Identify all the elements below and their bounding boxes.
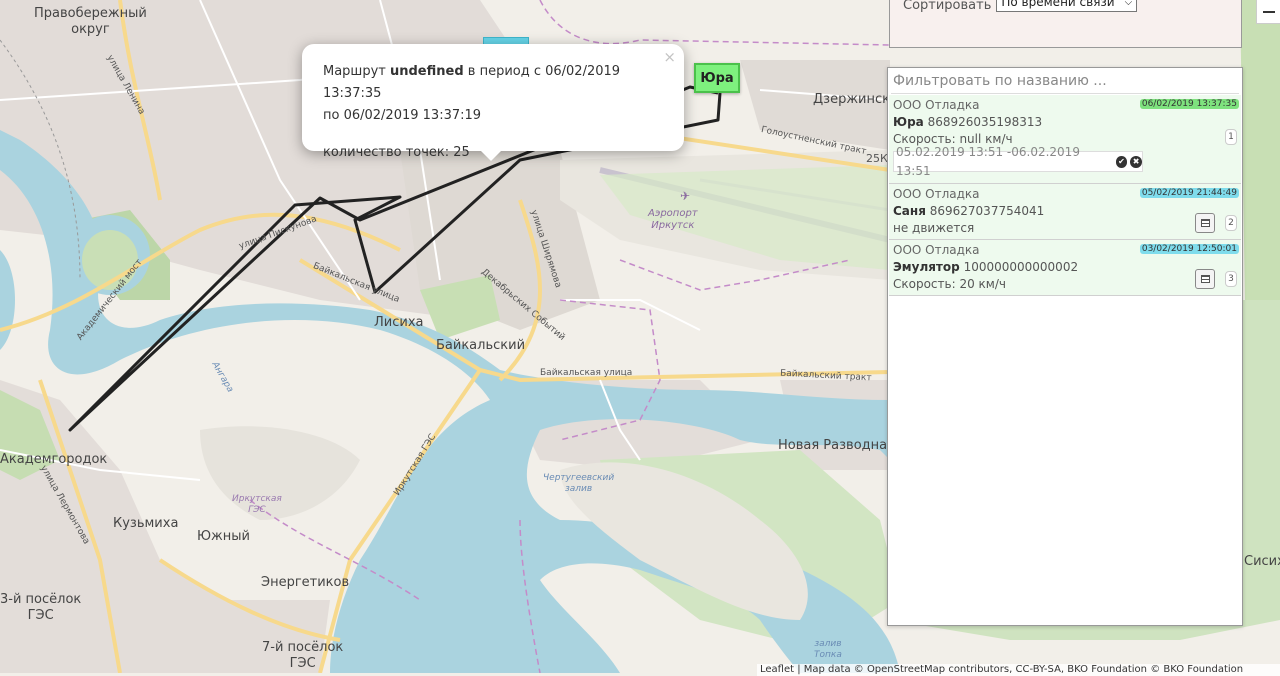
- check-icon[interactable]: ✔: [1115, 155, 1128, 168]
- object-imei: 868926035198313: [927, 115, 1043, 129]
- history-button[interactable]: [1195, 213, 1215, 233]
- chevron-down-icon: ⌵: [1124, 0, 1133, 8]
- route-popup: × Маршрут undefined в период с 06/02/201…: [302, 44, 684, 161]
- object-list-item[interactable]: ООО Отладка 06/02/2019 13:37:35 Юра 8689…: [889, 95, 1241, 184]
- filter-input[interactable]: Фильтровать по названию ...: [891, 70, 1239, 94]
- object-status: Скорость: 20 км/ч: [893, 277, 1006, 291]
- object-org: ООО Отладка: [893, 98, 980, 112]
- object-number-badge: 1: [1225, 129, 1237, 145]
- sort-select-value: По времени связи: [1001, 0, 1115, 9]
- popup-route-line: Маршрут undefined в период с 06/02/2019 …: [323, 61, 664, 105]
- object-last-time: 05/02/2019 21:44:49: [1139, 188, 1239, 198]
- popup-route-name: undefined: [389, 64, 464, 79]
- object-name-row: Эмулятор 100000000000002: [893, 260, 1078, 274]
- menu-toggle-button[interactable]: [1256, 0, 1280, 24]
- history-button[interactable]: [1195, 269, 1215, 289]
- object-name-row: Саня 869627037754041: [893, 204, 1044, 218]
- sort-panel: Сортировать По времени связи ⌵: [889, 0, 1242, 48]
- sort-label: Сортировать: [903, 0, 992, 13]
- popup-period-end: по 06/02/2019 13:37:19: [323, 108, 482, 123]
- object-imei: 100000000000002: [963, 260, 1079, 274]
- minus-icon: [1262, 10, 1275, 13]
- object-last-time: 03/02/2019 12:50:01: [1139, 244, 1239, 254]
- map-attribution[interactable]: Leaflet | Map data © OpenStreetMap contr…: [757, 664, 1280, 676]
- objects-panel: Фильтровать по названию ... ООО Отладка …: [887, 67, 1243, 626]
- popup-prefix: Маршрут: [323, 64, 390, 79]
- close-icon[interactable]: ✖: [1130, 155, 1142, 168]
- object-name: Саня: [893, 204, 926, 218]
- object-org: ООО Отладка: [893, 187, 980, 201]
- object-marker-yura[interactable]: Юра: [694, 63, 740, 93]
- object-name-row: Юра 868926035198313: [893, 115, 1042, 129]
- object-org: ООО Отладка: [893, 243, 980, 257]
- popup-close-button[interactable]: ×: [663, 48, 676, 66]
- svg-text:✈: ✈: [680, 189, 690, 203]
- object-number-badge: 3: [1225, 271, 1237, 287]
- object-number-badge: 2: [1225, 215, 1237, 231]
- period-input[interactable]: 05.02.2019 13:51 -06.02.2019 13:51 ✔ ✖: [893, 145, 1143, 178]
- object-list-item[interactable]: ООО Отладка 05/02/2019 21:44:49 Саня 869…: [889, 184, 1241, 240]
- object-list-item[interactable]: ООО Отладка 03/02/2019 12:50:01 Эмулятор…: [889, 240, 1241, 296]
- object-last-time: 06/02/2019 13:37:35: [1139, 99, 1239, 109]
- calendar-icon: [1200, 219, 1210, 227]
- sort-select[interactable]: По времени связи ⌵: [996, 0, 1138, 12]
- period-value: 05.02.2019 13:51 -06.02.2019 13:51: [896, 144, 1080, 178]
- object-name: Юра: [893, 115, 924, 129]
- object-imei: 869627037754041: [929, 204, 1045, 218]
- object-status: не движется: [893, 221, 975, 235]
- popup-tip: [480, 150, 502, 161]
- calendar-icon: [1200, 275, 1210, 283]
- object-name: Эмулятор: [893, 260, 960, 274]
